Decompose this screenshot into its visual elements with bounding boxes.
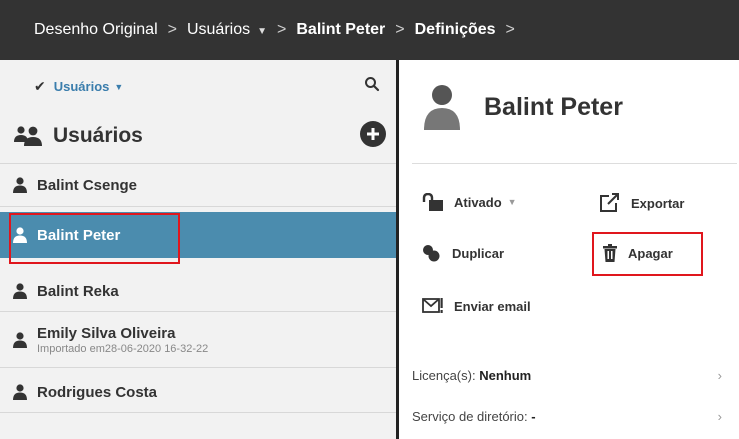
servico-diretorio-row[interactable]: Serviço de diretório: - › [412, 409, 722, 424]
user-name: Emily Silva Oliveira [37, 325, 176, 342]
chevron-right-icon: › [717, 368, 722, 383]
search-icon[interactable] [364, 76, 380, 92]
user-avatar-icon [424, 85, 460, 130]
breadcrumb-separator: > [505, 21, 515, 38]
breadcrumb-definicoes[interactable]: Definições [415, 21, 496, 39]
divider [0, 311, 396, 312]
user-header: Balint Peter [424, 84, 623, 130]
breadcrumb-desenho-original[interactable]: Desenho Original [34, 21, 158, 39]
licencas-value: Nenhum [479, 368, 532, 383]
user-icon [13, 177, 27, 193]
list-item[interactable]: Rodrigues Costa [0, 372, 396, 412]
user-name: Balint Reka [37, 282, 119, 300]
breadcrumb-usuarios[interactable]: Usuários ▼ [187, 21, 267, 39]
list-item-text: Emily Silva Oliveira Importado em28-06-2… [37, 325, 208, 355]
panel-title-text: Usuários [53, 124, 143, 147]
ativado-label: Ativado [454, 194, 502, 210]
divider [412, 163, 737, 164]
users-group-icon [14, 126, 42, 146]
user-import-date: Importado em28-06-2020 16-32-22 [37, 343, 209, 355]
licencas-row[interactable]: Licença(s): Nenhum › [412, 368, 722, 383]
checkmark-icon: ✔ [34, 78, 46, 94]
breadcrumb-usuarios-label: Usuários [186, 21, 251, 38]
breadcrumb-bar: Desenho Original > Usuários ▼ > Balint Pe… [0, 0, 739, 60]
user-icon [13, 283, 27, 299]
breadcrumb-separator: > [167, 21, 177, 38]
filter-dropdown[interactable]: ✔ Usuários ▼ [34, 78, 123, 95]
user-name: Rodrigues Costa [37, 383, 158, 401]
duplicate-icon [423, 245, 440, 262]
user-icon [13, 384, 27, 400]
caret-down-icon: ▼ [507, 197, 517, 207]
filter-label: Usuários [53, 79, 110, 94]
breadcrumb-balint-peter[interactable]: Balint Peter [296, 21, 385, 39]
panel-title: Usuários [13, 124, 143, 148]
selection-highlight [592, 232, 703, 276]
enviar-email-button[interactable]: Enviar email [422, 297, 531, 315]
licencas-text: Licença(s): Nenhum [412, 368, 531, 383]
list-item[interactable]: Emily Silva Oliveira Importado em28-06-2… [0, 316, 396, 364]
divider [0, 163, 396, 164]
breadcrumb-separator: > [395, 21, 405, 38]
export-icon [600, 193, 619, 212]
selection-highlight [9, 213, 180, 264]
servico-diretorio-text: Serviço de diretório: - [412, 409, 536, 424]
user-name: Balint Csenge [37, 176, 138, 194]
list-item[interactable]: Balint Csenge [0, 165, 396, 205]
user-detail-panel: Balint Peter Ativado ▼ Exportar Duplicar [402, 60, 739, 439]
user-detail-name: Balint Peter [484, 92, 623, 121]
user-icon [13, 332, 27, 348]
plus-icon [367, 128, 379, 140]
caret-down-icon: ▼ [257, 26, 268, 37]
add-user-button[interactable] [360, 121, 386, 147]
enviar-email-label: Enviar email [454, 298, 531, 314]
user-list-panel: ✔ Usuários ▼ Usuários Balint Csenge Bali… [0, 60, 399, 439]
email-icon [422, 298, 443, 313]
licencas-label: Licença(s): [412, 368, 480, 383]
duplicar-button[interactable]: Duplicar [422, 244, 504, 262]
list-item[interactable]: Balint Reka [0, 271, 396, 311]
exportar-button[interactable]: Exportar [599, 193, 684, 213]
duplicar-label: Duplicar [452, 245, 505, 261]
ativado-dropdown[interactable]: Ativado ▼ [422, 193, 517, 211]
caret-down-icon: ▼ [114, 81, 124, 92]
divider [0, 206, 396, 207]
exportar-label: Exportar [631, 195, 685, 211]
chevron-right-icon: › [717, 409, 722, 424]
servico-diretorio-value: - [531, 409, 536, 424]
divider [0, 412, 396, 413]
servico-diretorio-label: Serviço de diretório: [412, 409, 532, 424]
divider [0, 367, 396, 368]
unlock-icon [422, 193, 443, 211]
breadcrumb-separator: > [277, 21, 287, 38]
